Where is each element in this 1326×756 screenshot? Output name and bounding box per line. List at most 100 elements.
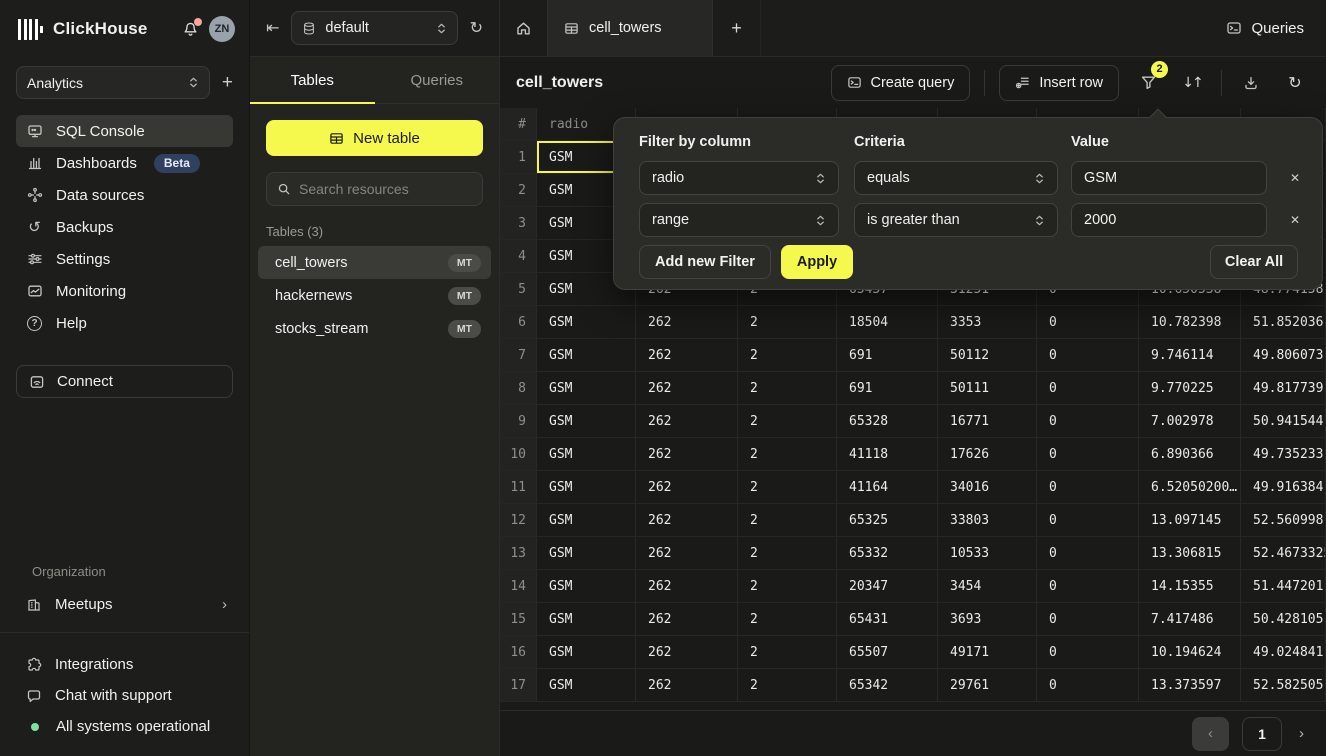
grid-cell[interactable]: 262 [636, 471, 738, 504]
grid-cell[interactable]: 0 [1037, 603, 1139, 636]
previous-page-button[interactable]: ‹ [1192, 717, 1229, 751]
grid-cell[interactable]: GSM [537, 504, 636, 537]
notifications-bell-icon[interactable] [182, 21, 199, 38]
grid-cell[interactable]: 10.782398 [1139, 306, 1241, 339]
add-workspace-button[interactable]: + [222, 73, 233, 92]
grid-cell[interactable]: 0 [1037, 570, 1139, 603]
grid-cell[interactable]: 691 [837, 372, 938, 405]
grid-cell[interactable]: GSM [537, 339, 636, 372]
grid-cell[interactable]: 262 [636, 339, 738, 372]
grid-cell[interactable]: 2 [738, 438, 837, 471]
grid-cell[interactable]: 33803 [938, 504, 1037, 537]
clear-all-button[interactable]: Clear All [1210, 245, 1298, 279]
grid-cell[interactable]: 52.582505 [1241, 669, 1326, 702]
grid-cell[interactable]: GSM [537, 405, 636, 438]
grid-cell[interactable]: 49.024841 [1241, 636, 1326, 669]
grid-cell[interactable]: 49171 [938, 636, 1037, 669]
grid-cell[interactable]: GSM [537, 306, 636, 339]
grid-cell[interactable]: 262 [636, 504, 738, 537]
grid-cell[interactable]: 2 [738, 471, 837, 504]
grid-cell[interactable]: 262 [636, 570, 738, 603]
grid-cell[interactable]: 0 [1037, 339, 1139, 372]
grid-cell[interactable]: 51.852036 [1241, 306, 1326, 339]
grid-cell[interactable]: 13.097145 [1139, 504, 1241, 537]
table-list-item-stocks-stream[interactable]: stocks_stream MT [258, 312, 491, 345]
grid-cell[interactable]: 50.941544 [1241, 405, 1326, 438]
grid-cell[interactable]: 2 [738, 504, 837, 537]
grid-cell[interactable]: 691 [837, 339, 938, 372]
grid-cell[interactable]: 51.447201 [1241, 570, 1326, 603]
grid-cell[interactable]: 262 [636, 669, 738, 702]
new-table-button[interactable]: New table [266, 120, 483, 156]
grid-cell[interactable]: 2 [738, 603, 837, 636]
grid-cell[interactable]: 65342 [837, 669, 938, 702]
grid-cell[interactable]: 52.4673325 [1241, 537, 1326, 570]
database-select[interactable]: default [291, 11, 457, 45]
refresh-icon[interactable]: ↻ [470, 20, 483, 36]
grid-cell[interactable]: GSM [537, 669, 636, 702]
grid-cell[interactable]: 49.817739 [1241, 372, 1326, 405]
grid-cell[interactable]: 7.002978 [1139, 405, 1241, 438]
tab-tables[interactable]: Tables [250, 57, 375, 103]
avatar[interactable]: ZN [209, 16, 235, 42]
next-page-button[interactable]: › [1295, 725, 1308, 742]
grid-cell[interactable]: 50.428105 [1241, 603, 1326, 636]
system-status[interactable]: All systems operational [0, 711, 249, 742]
grid-cell[interactable]: GSM [537, 570, 636, 603]
grid-cell[interactable]: 65507 [837, 636, 938, 669]
grid-cell[interactable]: 65328 [837, 405, 938, 438]
grid-cell[interactable]: 262 [636, 603, 738, 636]
grid-cell[interactable]: 262 [636, 636, 738, 669]
tab-queries[interactable]: Queries [375, 57, 500, 103]
refresh-button[interactable]: ↻ [1280, 68, 1310, 98]
grid-cell[interactable]: 2 [738, 537, 837, 570]
apply-button[interactable]: Apply [781, 245, 853, 279]
grid-cell[interactable]: GSM [537, 636, 636, 669]
sidebar-item-sql-console[interactable]: SQL Console [16, 115, 233, 147]
grid-cell[interactable]: 41118 [837, 438, 938, 471]
queries-button[interactable]: Queries [1204, 0, 1326, 56]
grid-cell[interactable]: 16771 [938, 405, 1037, 438]
grid-cell[interactable]: 17626 [938, 438, 1037, 471]
grid-cell[interactable]: 3454 [938, 570, 1037, 603]
grid-cell[interactable]: 3693 [938, 603, 1037, 636]
connect-button[interactable]: Connect [16, 365, 233, 398]
grid-cell[interactable]: 0 [1037, 471, 1139, 504]
grid-cell[interactable]: 10533 [938, 537, 1037, 570]
grid-cell[interactable]: 262 [636, 372, 738, 405]
grid-cell[interactable]: 2 [738, 570, 837, 603]
sidebar-item-help[interactable]: ? Help [16, 307, 233, 339]
grid-cell[interactable]: 0 [1037, 372, 1139, 405]
workspace-select[interactable]: Analytics [16, 66, 210, 99]
grid-cell[interactable]: 9.746114 [1139, 339, 1241, 372]
grid-cell[interactable]: 262 [636, 306, 738, 339]
filter-button[interactable]: 2 [1133, 68, 1163, 98]
filter-column-select[interactable]: radio [639, 161, 839, 195]
grid-cell[interactable]: 0 [1037, 306, 1139, 339]
grid-cell[interactable]: 0 [1037, 405, 1139, 438]
filter-column-select[interactable]: range [639, 203, 839, 237]
grid-cell[interactable]: 49.806073 [1241, 339, 1326, 372]
current-page[interactable]: 1 [1242, 717, 1282, 751]
grid-cell[interactable]: 262 [636, 405, 738, 438]
sort-button[interactable]: ↓↑ [1177, 68, 1207, 98]
grid-cell[interactable]: 262 [636, 537, 738, 570]
grid-cell[interactable]: 50112 [938, 339, 1037, 372]
sidebar-item-meetups[interactable]: Meetups › [0, 589, 249, 620]
home-button[interactable] [500, 0, 548, 56]
grid-cell[interactable]: 0 [1037, 537, 1139, 570]
download-button[interactable] [1236, 68, 1266, 98]
filter-value-input[interactable] [1084, 212, 1254, 228]
sidebar-item-settings[interactable]: Settings [16, 243, 233, 275]
grid-cell[interactable]: 29761 [938, 669, 1037, 702]
grid-cell[interactable]: GSM [537, 537, 636, 570]
grid-cell[interactable]: 3353 [938, 306, 1037, 339]
grid-cell[interactable]: 41164 [837, 471, 938, 504]
grid-cell[interactable]: 2 [738, 339, 837, 372]
grid-cell[interactable]: 14.15355 [1139, 570, 1241, 603]
grid-cell[interactable]: 0 [1037, 669, 1139, 702]
filter-value-input[interactable] [1084, 170, 1254, 186]
grid-cell[interactable]: 9.770225 [1139, 372, 1241, 405]
grid-cell[interactable]: 2 [738, 306, 837, 339]
grid-cell[interactable]: 2 [738, 405, 837, 438]
